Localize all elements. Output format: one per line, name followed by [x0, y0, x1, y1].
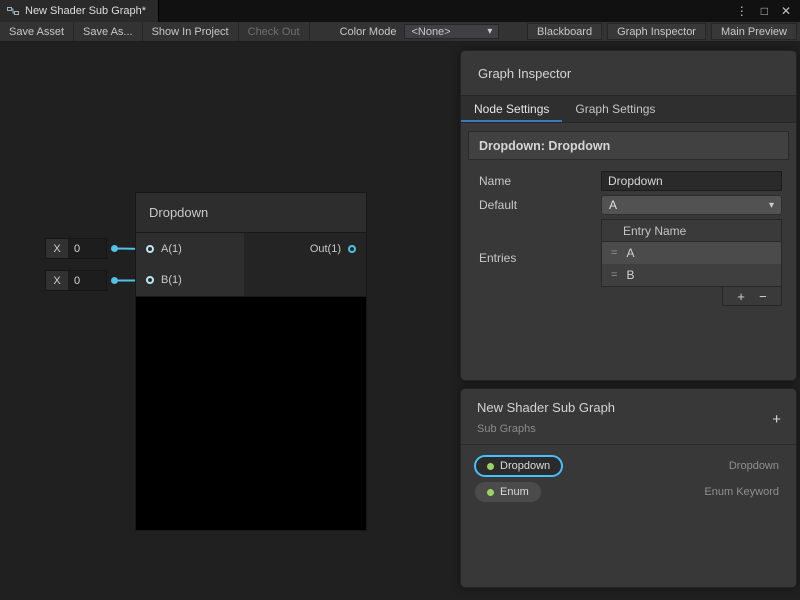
default-dropdown-value: A: [609, 198, 617, 212]
float-output-port[interactable]: [111, 245, 118, 252]
document-tab-title: New Shader Sub Graph*: [25, 5, 146, 17]
name-label: Name: [479, 174, 601, 188]
show-in-project-button[interactable]: Show In Project: [143, 22, 239, 41]
dropdown-node[interactable]: Dropdown A(1) B(1) Out(1): [135, 192, 367, 531]
output-port-label: Out(1): [310, 243, 341, 255]
exposed-dot-icon: [487, 489, 494, 496]
input-port-b-label: B(1): [161, 274, 182, 286]
float-input-node-a[interactable]: X 0: [45, 238, 118, 259]
x-value-field[interactable]: 0: [68, 271, 106, 290]
node-header[interactable]: Dropdown: [136, 193, 366, 233]
toolbar-right-group: Blackboard Graph Inspector Main Preview: [527, 22, 800, 41]
color-mode-value: <None>: [411, 26, 450, 38]
entries-footer-buttons: + −: [722, 287, 782, 306]
entry-row-b[interactable]: = B: [602, 264, 781, 286]
blackboard-row-enum: Enum Enum Keyword: [461, 479, 796, 505]
blackboard-toggle-button[interactable]: Blackboard: [527, 23, 602, 40]
blackboard-title: New Shader Sub Graph: [477, 400, 780, 415]
default-field-row: Default A ▾: [479, 195, 782, 215]
blackboard-header: New Shader Sub Graph Sub Graphs +: [461, 389, 796, 445]
input-port-row-b: B(1): [136, 274, 244, 286]
x-component-label: X: [46, 239, 68, 258]
x-value-field[interactable]: 0: [68, 239, 106, 258]
blackboard-panel: New Shader Sub Graph Sub Graphs + Dropdo…: [460, 388, 797, 588]
check-out-button[interactable]: Check Out: [239, 22, 310, 41]
drag-handle-icon[interactable]: =: [611, 269, 617, 281]
main-preview-toggle-button[interactable]: Main Preview: [711, 23, 797, 40]
entry-row-a[interactable]: = A: [602, 242, 781, 264]
node-settings-section-header: Dropdown: Dropdown: [468, 131, 789, 160]
input-port-a[interactable]: [146, 245, 154, 253]
color-mode-label: Color Mode: [332, 22, 405, 41]
input-port-b[interactable]: [146, 276, 154, 284]
property-name: Dropdown: [500, 460, 550, 472]
blackboard-row-dropdown: Dropdown Dropdown: [461, 453, 796, 479]
blackboard-subtitle: Sub Graphs: [477, 423, 780, 435]
graph-inspector-panel: Graph Inspector Node Settings Graph Sett…: [460, 50, 797, 381]
blackboard-rows: Dropdown Dropdown Enum Enum Keyword: [461, 445, 796, 505]
node-body: A(1) B(1) Out(1): [136, 233, 366, 296]
chevron-down-icon: ▾: [487, 26, 492, 37]
input-port-a-label: A(1): [161, 243, 182, 255]
entry-name: A: [626, 246, 634, 260]
remove-entry-button[interactable]: −: [759, 290, 767, 303]
property-name: Enum: [500, 486, 529, 498]
chevron-down-icon: ▾: [769, 200, 774, 211]
float-input-node-b[interactable]: X 0: [45, 270, 118, 291]
output-port-row: Out(1): [310, 241, 356, 257]
inspector-tabs: Node Settings Graph Settings: [461, 95, 796, 123]
maximize-icon[interactable]: □: [761, 4, 768, 18]
add-property-button[interactable]: +: [772, 411, 781, 428]
input-port-row-a: A(1): [136, 243, 244, 255]
node-preview: [136, 296, 366, 530]
entries-reorderable-list: Entry Name = A = B: [601, 219, 782, 287]
property-type-label: Enum Keyword: [704, 486, 779, 498]
float-output-port[interactable]: [111, 277, 118, 284]
graph-inspector-toggle-button[interactable]: Graph Inspector: [607, 23, 706, 40]
entries-list-header: Entry Name: [602, 220, 781, 242]
float-field: X 0: [45, 270, 107, 291]
save-asset-button[interactable]: Save Asset: [0, 22, 74, 41]
node-settings-fields: Name Dropdown Default A ▾ Entries Entry …: [461, 160, 796, 306]
tab-node-settings[interactable]: Node Settings: [461, 96, 562, 122]
entries-label: Entries: [479, 219, 601, 306]
entries-field-row: Entries Entry Name = A = B +: [479, 219, 782, 306]
x-component-label: X: [46, 271, 68, 290]
entry-name: B: [626, 268, 634, 282]
node-title: Dropdown: [149, 205, 208, 220]
shader-graph-icon: [7, 5, 19, 17]
node-output-column: Out(1): [244, 233, 366, 296]
drag-handle-icon[interactable]: =: [611, 247, 617, 259]
property-pill-enum[interactable]: Enum: [475, 482, 541, 502]
float-field: X 0: [45, 238, 107, 259]
default-dropdown[interactable]: A ▾: [601, 195, 782, 215]
window-controls: ⋮ □ ✕: [736, 0, 800, 22]
property-pill-dropdown[interactable]: Dropdown: [475, 456, 562, 476]
name-field-row: Name Dropdown: [479, 171, 782, 191]
document-tab[interactable]: New Shader Sub Graph*: [0, 0, 159, 22]
title-bar: New Shader Sub Graph* ⋮ □ ✕: [0, 0, 800, 22]
close-icon[interactable]: ✕: [781, 4, 791, 18]
save-as-button[interactable]: Save As...: [74, 22, 143, 41]
default-label: Default: [479, 198, 601, 212]
entries-list-block: Entry Name = A = B + −: [601, 219, 782, 306]
color-mode-dropdown[interactable]: <None> ▾: [404, 24, 499, 39]
output-port[interactable]: [348, 245, 356, 253]
node-input-column: A(1) B(1): [136, 233, 244, 296]
graph-inspector-title: Graph Inspector: [461, 51, 796, 95]
name-input[interactable]: Dropdown: [601, 171, 782, 191]
exposed-dot-icon: [487, 463, 494, 470]
tab-graph-settings[interactable]: Graph Settings: [562, 96, 668, 122]
add-entry-button[interactable]: +: [737, 290, 745, 303]
entries-list-footer: + −: [601, 287, 782, 306]
shader-graph-toolbar: Save Asset Save As... Show In Project Ch…: [0, 22, 800, 42]
kebab-menu-icon[interactable]: ⋮: [736, 4, 748, 18]
property-type-label: Dropdown: [729, 460, 779, 472]
